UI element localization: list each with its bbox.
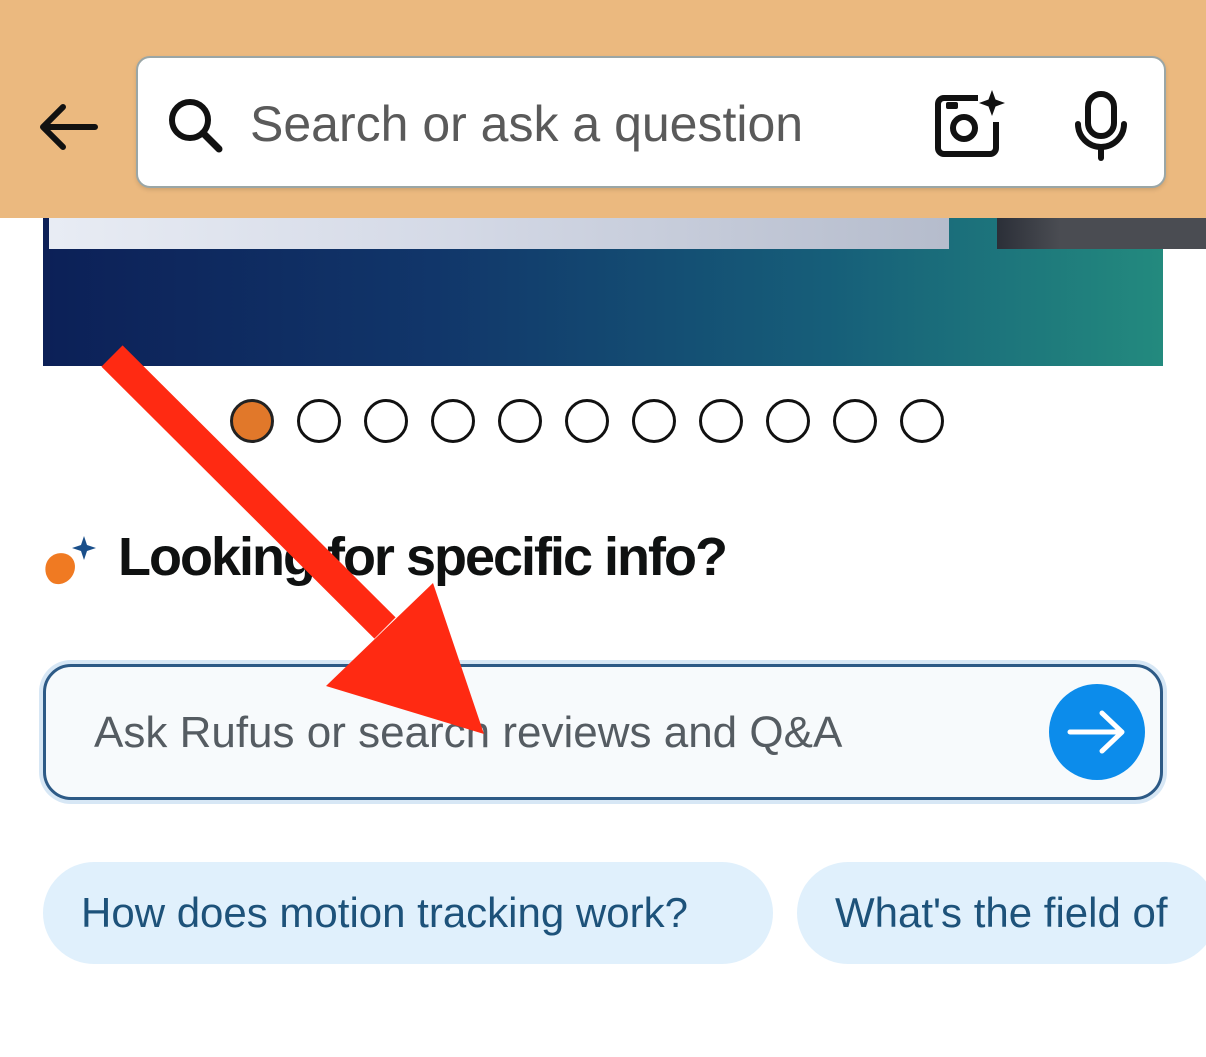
carousel-dot[interactable] (565, 399, 609, 443)
rufus-input[interactable] (94, 693, 994, 773)
banner-product-strip (49, 218, 949, 249)
suggestion-chip-field-of-view[interactable]: What's the field of (797, 862, 1206, 964)
search-bar[interactable] (136, 56, 1166, 188)
rufus-search-box[interactable] (43, 664, 1163, 800)
back-button[interactable] (30, 92, 104, 162)
suggestion-chip-motion-tracking[interactable]: How does motion tracking work? (43, 862, 773, 964)
top-header (0, 0, 1206, 218)
back-arrow-icon (40, 104, 98, 150)
carousel-dot[interactable] (833, 399, 877, 443)
carousel-dot[interactable] (632, 399, 676, 443)
carousel-dot[interactable] (699, 399, 743, 443)
search-input[interactable] (250, 82, 930, 166)
submit-button[interactable] (1049, 684, 1145, 780)
carousel-dot[interactable] (766, 399, 810, 443)
suggestion-chip-label: How does motion tracking work? (81, 889, 688, 936)
arrow-right-icon (1067, 710, 1125, 754)
carousel-dot[interactable] (364, 399, 408, 443)
carousel-dot[interactable] (431, 399, 475, 443)
rufus-icon (45, 536, 96, 585)
next-slide-peek[interactable] (997, 218, 1206, 249)
carousel-dot[interactable] (498, 399, 542, 443)
microphone-icon[interactable] (1068, 90, 1134, 162)
search-icon (169, 99, 223, 153)
suggestion-chip-label: What's the field of (835, 889, 1168, 936)
carousel-dot[interactable] (230, 399, 274, 443)
section-title: Looking for specific info? (118, 527, 728, 587)
carousel-dot[interactable] (900, 399, 944, 443)
camera-sparkle-icon[interactable] (932, 88, 1008, 160)
carousel-banner-image[interactable] (43, 218, 1163, 366)
carousel-dot[interactable] (297, 399, 341, 443)
carousel-pagination (230, 399, 944, 447)
